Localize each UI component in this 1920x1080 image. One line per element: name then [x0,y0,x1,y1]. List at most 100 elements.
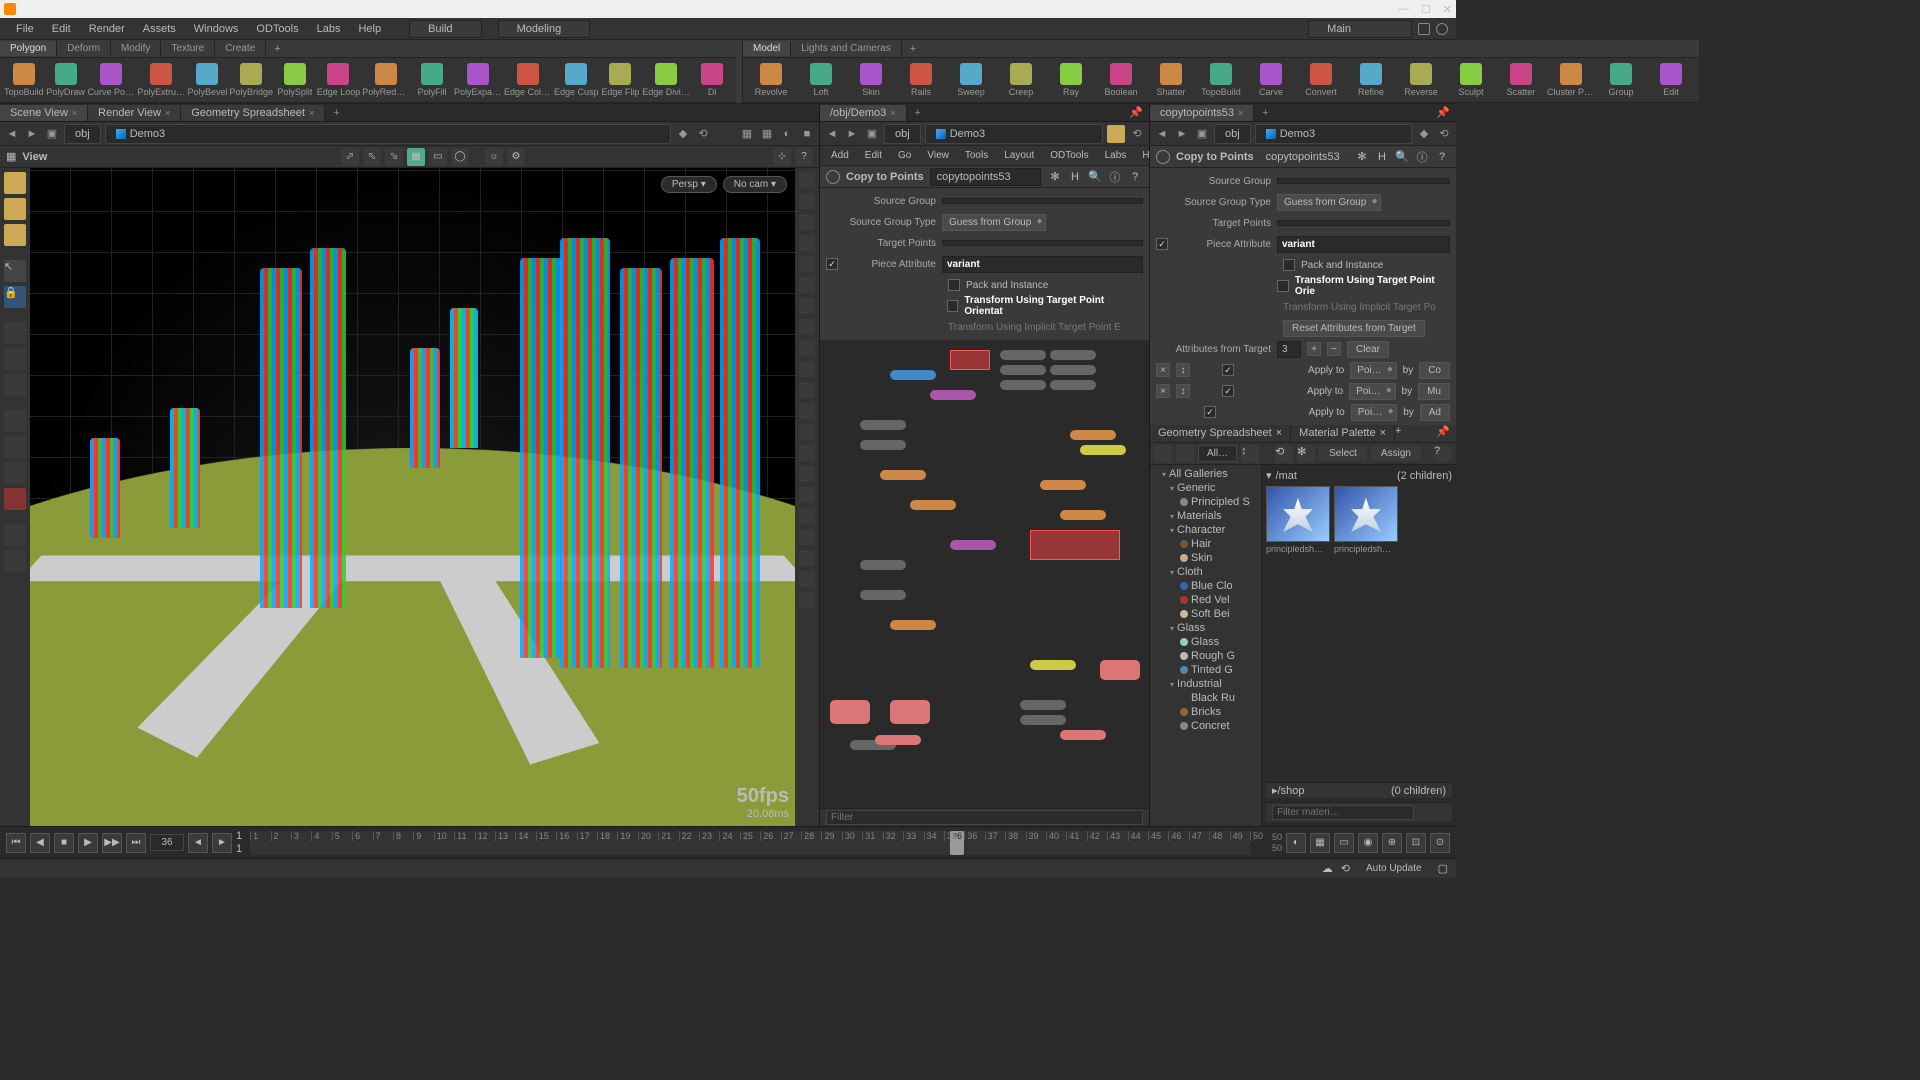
desktop-main-selector[interactable]: Main [1308,20,1412,38]
parm-name[interactable]: copytopoints53 [930,168,1041,186]
rtb-16[interactable] [799,487,815,503]
tool-snap3[interactable] [4,462,26,484]
vp-sel6[interactable]: ◯ [451,148,469,166]
shelf-di[interactable]: Di [692,63,732,97]
parm-help-icon[interactable]: ? [1127,169,1143,185]
inp-pieceattr[interactable]: variant [942,256,1143,273]
mat-assign[interactable]: Assign [1371,446,1421,461]
tab-geosheet[interactable]: Geometry Spreadsheet× [181,105,325,121]
shelftab-add-r[interactable]: + [902,41,924,57]
shelftab-polygon[interactable]: Polygon [0,41,57,56]
vp-help[interactable]: ? [795,148,813,166]
shelf-reverse[interactable]: Reverse [1397,63,1445,97]
tool-snap4[interactable] [4,488,26,510]
parm-search-icon[interactable]: 🔍 [1087,169,1103,185]
tool-scale[interactable] [4,374,26,396]
shelf-scatter[interactable]: Scatter [1497,63,1545,97]
r-fwd[interactable]: ► [1174,126,1190,142]
r-path-obj[interactable]: obj [1214,124,1251,144]
tl-opt4[interactable]: ◉ [1358,833,1378,853]
shelf-polybevel[interactable]: PolyBevel [187,63,227,97]
selr-srcgrptype[interactable]: Guess from Group [1277,194,1381,211]
nm-tools[interactable]: Tools [958,148,995,163]
chk-transorient[interactable] [947,300,959,312]
filter-input[interactable] [826,810,1143,825]
tl-opt2[interactable]: ▦ [1310,833,1330,853]
status-cloud-icon[interactable]: ☁ [1322,862,1333,875]
btn-plus[interactable]: + [1307,342,1321,356]
shelf-topobuild[interactable]: TopoBuild [1197,63,1245,97]
rtb-20[interactable] [799,571,815,587]
rtb-21[interactable] [799,592,815,608]
path-scene[interactable]: Demo3 [105,124,671,144]
tl-stop[interactable]: ■ [54,833,74,853]
vp-snap1[interactable]: ▦ [739,126,755,142]
rtb-3[interactable] [799,214,815,230]
inpr-srcgrp[interactable] [1277,178,1450,184]
parm-info-r[interactable]: ⓘ [1414,149,1430,165]
parm-search-r[interactable]: 🔍 [1394,149,1410,165]
mat-gear[interactable]: ✻ [1297,445,1315,463]
vp-snap2[interactable]: ▦ [759,126,775,142]
shelf-ray[interactable]: Ray [1047,63,1095,97]
shelf-edge-cusp[interactable]: Edge Cusp [554,63,599,97]
rtb-13[interactable] [799,424,815,440]
tool-arrow[interactable]: ↖ [4,260,26,282]
r-pin[interactable]: ◆ [1416,126,1432,142]
shelf-shatter[interactable]: Shatter [1147,63,1195,97]
tl-play[interactable]: ▶ [78,833,98,853]
row3-sel[interactable]: Poi… [1351,404,1397,421]
parm-name-r[interactable]: copytopoints53 [1260,149,1348,165]
tl-a[interactable]: ◄ [188,833,208,853]
parm-gear-r[interactable]: ✻ [1354,149,1370,165]
net-fwd[interactable]: ► [844,126,860,142]
row2-sel[interactable]: Poi… [1349,383,1395,400]
tab-sceneview[interactable]: Scene View× [0,105,88,121]
row1-x[interactable]: × [1156,363,1170,377]
rtb-11[interactable] [799,382,815,398]
path-obj[interactable]: obj [64,124,101,144]
row2-x[interactable]: × [1156,384,1170,398]
r-link[interactable]: ⟲ [1436,126,1452,142]
tab-add-r[interactable]: + [1254,107,1276,119]
net-up[interactable]: ▣ [864,126,880,142]
chkr-pieceattr[interactable] [1156,238,1168,250]
tl-ruler[interactable]: 36 1234567891011121314151617181920212223… [250,831,1250,855]
row2-a[interactable]: ↕ [1176,384,1190,398]
inpr-pieceattr[interactable]: variant [1277,236,1450,253]
tool-lasso[interactable] [4,198,26,220]
tab-copytopoints[interactable]: copytopoints53× [1150,105,1254,121]
tl-opt3[interactable]: ▭ [1334,833,1354,853]
shelf-refine[interactable]: Refine [1347,63,1395,97]
shelf-edge-flip[interactable]: Edge Flip [601,63,641,97]
inpr-attrsfrom[interactable]: 3 [1277,341,1301,358]
path-link[interactable]: ⟲ [695,126,711,142]
shelf-group[interactable]: Group [1597,63,1645,97]
rtb-7[interactable] [799,298,815,314]
rtb-19[interactable] [799,550,815,566]
shelf-polydraw[interactable]: PolyDraw [46,63,86,97]
chkr-pack[interactable] [1283,259,1295,271]
rtb-5[interactable] [799,256,815,272]
r-back[interactable]: ◄ [1154,126,1170,142]
menu-render[interactable]: Render [81,21,133,37]
r-up[interactable]: ▣ [1194,126,1210,142]
inpr-tgtpts[interactable] [1277,220,1450,226]
btn-minus[interactable]: − [1327,342,1341,356]
shelf-edit[interactable]: Edit [1647,63,1695,97]
matpath[interactable]: /mat [1276,470,1297,482]
shelf-polyreduce[interactable]: PolyReduce [362,63,410,97]
shelf-cluster-points[interactable]: Cluster Points [1547,63,1595,97]
tl-next[interactable]: ▶▶ [102,833,122,853]
status-box-icon[interactable]: ▢ [1438,862,1448,875]
row3-btn[interactable]: Ad [1420,404,1450,421]
row1-btn[interactable]: Co [1419,362,1450,379]
rtb-1[interactable] [799,172,815,188]
rtb-12[interactable] [799,403,815,419]
nm-odtools[interactable]: ODTools [1043,148,1095,163]
menu-help[interactable]: Help [350,21,389,37]
viewport-canvas[interactable]: Persp ▾ No cam ▾ 50fps 20.08ms [30,168,795,826]
network-view[interactable] [820,340,1149,808]
mattab-pin[interactable]: 📌 [1430,425,1456,442]
shelf-polyexpand[interactable]: PolyExpand [454,63,502,97]
